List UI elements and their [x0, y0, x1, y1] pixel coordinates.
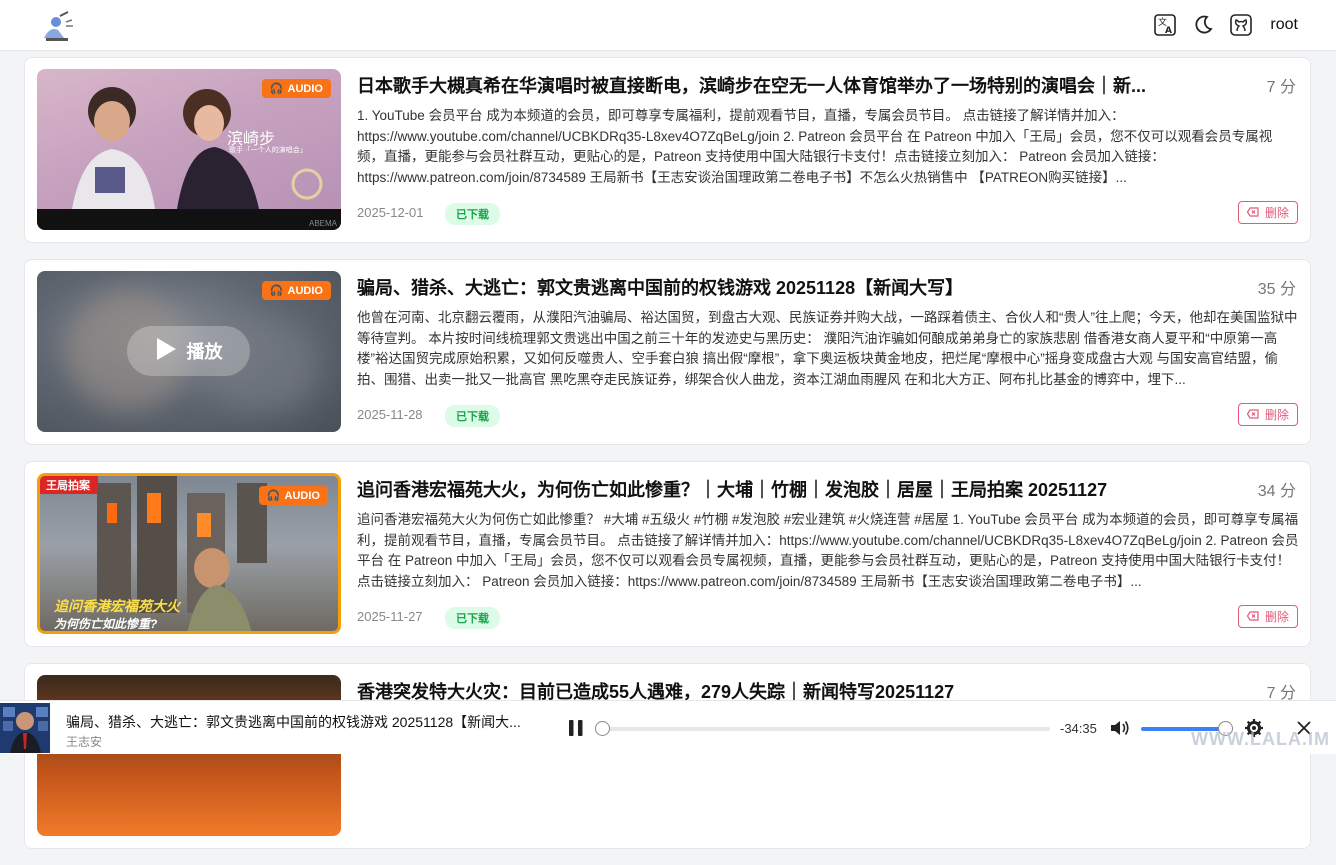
delete-button[interactable]: 删除 [1237, 201, 1298, 224]
episode-thumbnail[interactable]: 🎧 AUDIO 播放 [37, 271, 341, 432]
play-button[interactable]: 播放 [127, 326, 250, 376]
delete-icon [1246, 206, 1259, 220]
thumb-subcaption: 歌手 ·「一个人的演唱会」 [229, 147, 307, 154]
episode-date: 2025-12-01 [357, 205, 424, 220]
downloaded-badge: 已下载 [445, 405, 500, 427]
thumb-tag: 王局拍案 [40, 476, 98, 494]
audio-badge: 🎧 AUDIO [261, 79, 331, 98]
player-artist: 王志安 [66, 735, 103, 749]
delete-button[interactable]: 删除 [1237, 403, 1298, 426]
downloaded-badge: 已下载 [445, 203, 500, 225]
episode-description: 追问香港宏福苑大火为何伤亡如此惨重？ #大埔 #五级火 #竹棚 #发泡胶 #宏业… [357, 512, 1299, 589]
thumb-subcaption: 为何伤亡如此惨重? [54, 617, 158, 631]
thumb-watermark: ABEMA [308, 219, 337, 228]
site-watermark: WWW.LALA.IM [1191, 729, 1330, 749]
episode-duration: 34 分 [1257, 483, 1296, 500]
episode-description: 他曾在河南、北京翻云覆雨，从濮阳汽油骗局、裕达国贸，到盘古大观、民族证券并购大战… [357, 310, 1298, 387]
headphones-icon: 🎧 [266, 490, 281, 502]
headphones-icon: 🎧 [269, 83, 284, 95]
player-title: 骗局、猎杀、大逃亡：郭文贵逃离中国前的权钱游戏 20251128【新闻大... [66, 714, 521, 730]
dark-mode-icon[interactable] [1190, 12, 1216, 38]
episode-card[interactable]: 王局拍案 追问香港宏福苑大火 为何伤亡如此惨重? 🎧 AUDIO 追问香港宏福苑… [24, 461, 1311, 647]
delete-button[interactable]: 删除 [1237, 605, 1298, 628]
volume-icon[interactable] [1110, 719, 1130, 742]
svg-text:A: A [1165, 26, 1172, 36]
thumb-caption: 追问香港宏福苑大火 [54, 598, 180, 614]
play-icon [155, 337, 177, 366]
episode-card[interactable]: 香港突发特大火灾：目前已造成55人遇难，279人失踪｜新闻特写20251127 … [24, 663, 1311, 849]
progress-handle[interactable] [595, 721, 610, 736]
audio-badge: 🎧 AUDIO [261, 281, 331, 300]
player-thumbnail[interactable] [0, 703, 50, 753]
episode-duration: 35 分 [1257, 281, 1296, 298]
top-bar: 文A root [0, 0, 1336, 51]
episode-thumbnail[interactable]: 滨崎步 歌手 ·「一个人的演唱会」 ABEMA 🎧 AUDIO [37, 69, 341, 230]
delete-icon [1246, 610, 1259, 624]
progress-track[interactable] [602, 727, 1050, 731]
episode-date: 2025-11-28 [357, 407, 423, 422]
time-remaining: -34:35 [1060, 721, 1097, 736]
episode-card[interactable]: 滨崎步 歌手 ·「一个人的演唱会」 ABEMA 🎧 AUDIO 日本歌手大槻真希… [24, 57, 1311, 243]
headphones-icon: 🎧 [269, 285, 284, 297]
episode-duration: 7 分 [1266, 79, 1296, 96]
pause-button[interactable] [567, 719, 585, 742]
episode-date: 2025-11-27 [357, 609, 423, 624]
episode-title[interactable]: 日本歌手大槻真希在华演唱时被直接断电，滨崎步在空无一人体育馆举办了一场特别的演唱… [357, 72, 1237, 98]
app-logo[interactable] [38, 8, 76, 44]
episode-title[interactable]: 追问香港宏福苑大火，为何伤亡如此惨重？｜大埔｜竹棚｜发泡胶｜居屋｜王局拍案 20… [357, 476, 1237, 502]
audio-player: 骗局、猎杀、大逃亡：郭文贵逃离中国前的权钱游戏 20251128【新闻大... … [0, 700, 1336, 754]
user-menu[interactable]: root [1270, 16, 1298, 34]
translate-icon[interactable]: 文A [1152, 12, 1178, 38]
episode-thumbnail[interactable]: 王局拍案 追问香港宏福苑大火 为何伤亡如此惨重? 🎧 AUDIO [37, 473, 341, 634]
episode-title[interactable]: 骗局、猎杀、大逃亡：郭文贵逃离中国前的权钱游戏 20251128【新闻大写】 [357, 274, 1237, 300]
audio-badge: 🎧 AUDIO [258, 486, 328, 505]
episode-description: 1. YouTube 会员平台 成为本频道的会员，即可尊享专属福利，提前观看节目… [357, 108, 1273, 185]
episode-card[interactable]: 🎧 AUDIO 播放 骗局、猎杀、大逃亡：郭文贵逃离中国前的权钱游戏 20251… [24, 259, 1311, 445]
downloaded-badge: 已下载 [445, 607, 500, 629]
github-icon[interactable] [1228, 12, 1254, 38]
delete-icon [1246, 408, 1259, 422]
